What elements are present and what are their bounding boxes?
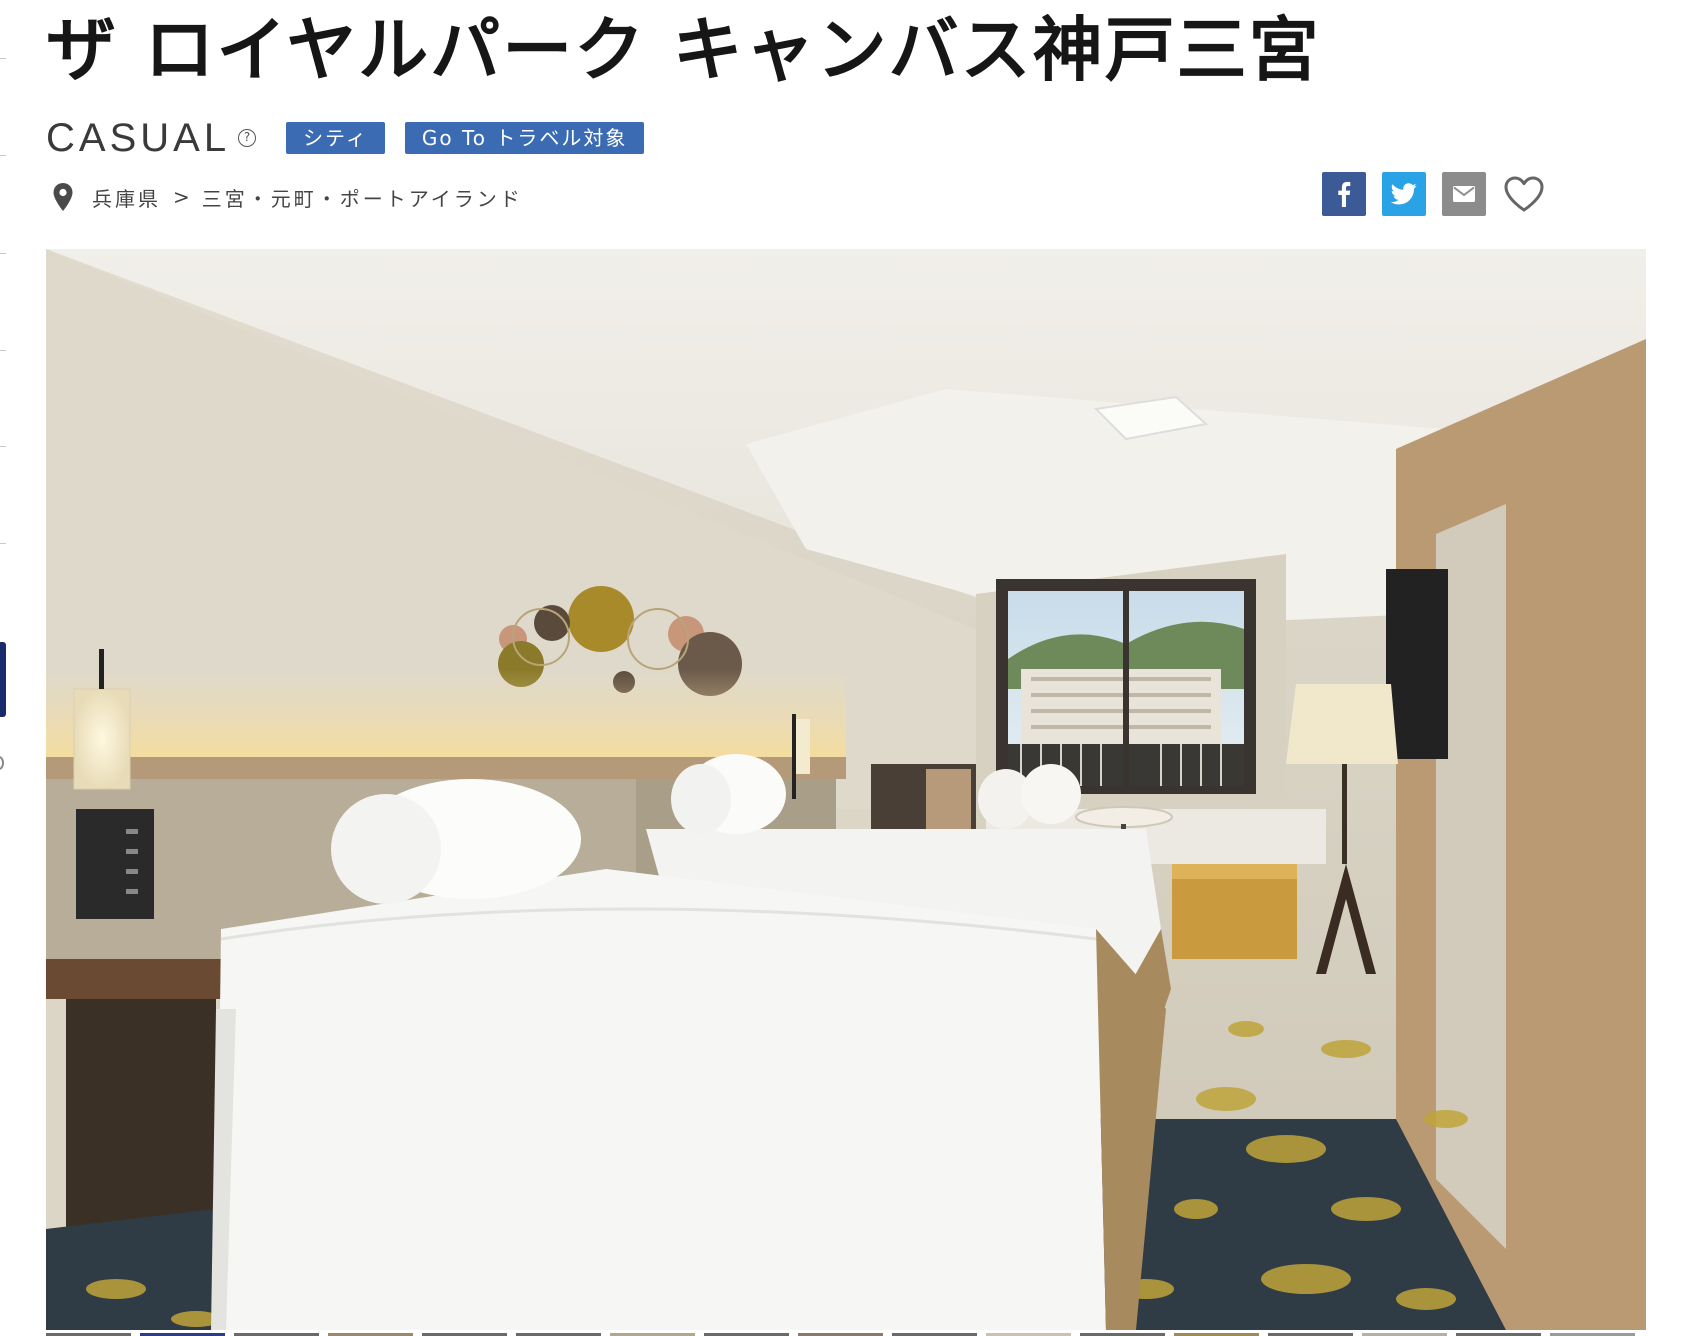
tag-badge-city[interactable]: シティ [286,122,385,154]
twitter-icon [1391,183,1417,205]
favorite-button[interactable] [1502,172,1546,216]
edge-divider [0,58,6,59]
help-icon[interactable]: ? [238,129,257,147]
facebook-icon [1338,181,1351,207]
mail-share-button[interactable] [1442,172,1486,216]
hotel-meta: CASUAL ? シティ Go To トラベル対象 [46,116,664,160]
edge-divider [0,253,6,254]
twitter-share-button[interactable] [1382,172,1426,216]
edge-divider [0,155,6,156]
heart-outline-icon [1504,176,1544,212]
location-pin-icon [53,183,73,211]
edge-divider [0,543,6,544]
share-buttons [1306,172,1546,216]
edge-divider [0,446,6,447]
side-tab[interactable] [0,642,6,717]
facebook-share-button[interactable] [1322,172,1366,216]
breadcrumb-prefecture-link[interactable]: 兵庫県 [92,183,161,212]
tag-badge-goto-travel[interactable]: Go To トラベル対象 [404,122,645,154]
hotel-style-label: CASUAL [46,116,231,160]
hotel-room-image [46,249,1646,1330]
edge-divider [0,350,6,351]
breadcrumb-area-link[interactable]: 三宮・元町・ポートアイランド [202,183,523,212]
hotel-main-photo[interactable] [46,249,1646,1330]
hotel-title: ザ ロイヤルパーク キャンバス神戸三宮 [46,9,1321,91]
side-icon [0,756,4,770]
breadcrumb-separator: > [173,185,190,209]
mail-icon [1453,186,1475,202]
breadcrumb: 兵庫県 > 三宮・元町・ポートアイランド [52,180,523,214]
